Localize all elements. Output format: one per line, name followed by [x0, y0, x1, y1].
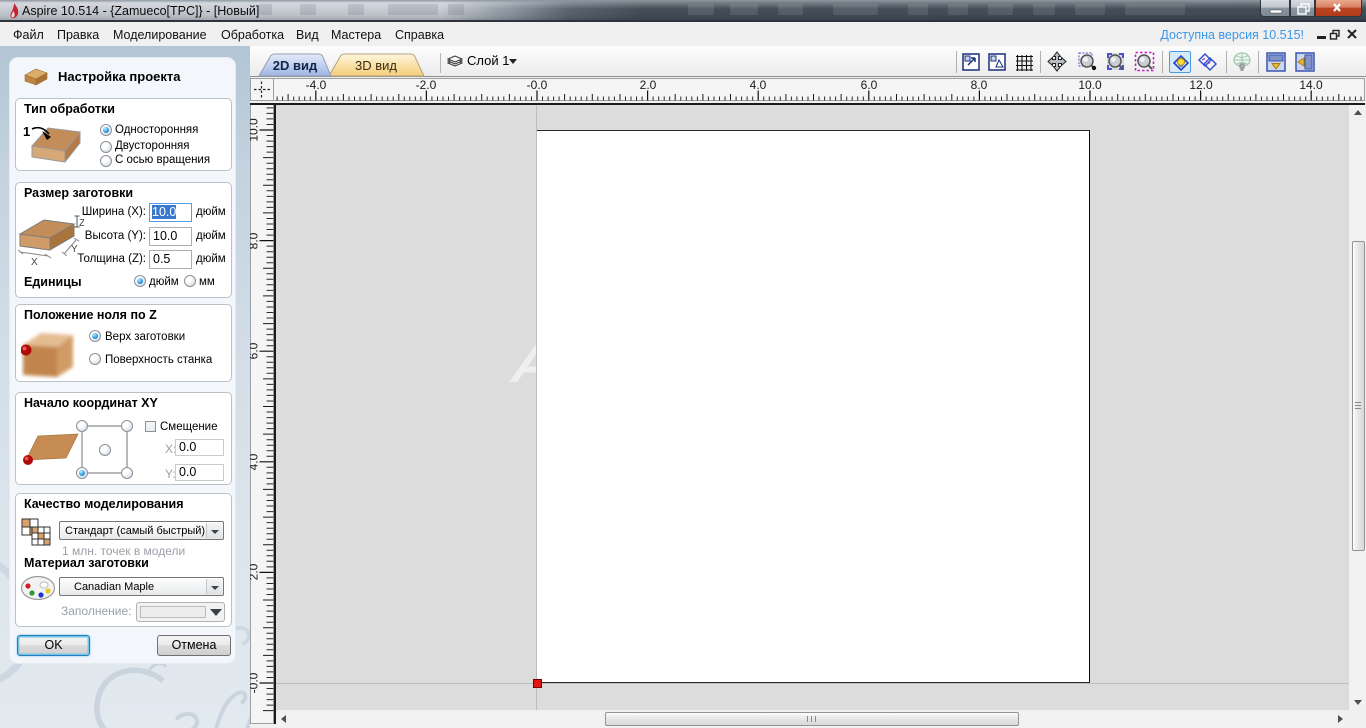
svg-text:8.0: 8.0 [250, 232, 261, 249]
svg-text:4.0: 4.0 [250, 453, 261, 470]
svg-text:2.0: 2.0 [640, 78, 657, 92]
svg-text:-4.0: -4.0 [306, 78, 327, 92]
svg-text:2D вид: 2D вид [273, 58, 318, 73]
svg-text:2.0: 2.0 [250, 563, 261, 580]
svg-text:3D вид: 3D вид [355, 58, 397, 73]
svg-text:-0.0: -0.0 [250, 672, 261, 693]
svg-text:-0.0: -0.0 [527, 78, 548, 92]
svg-text:6.0: 6.0 [250, 342, 261, 359]
svg-text:6.0: 6.0 [861, 78, 878, 92]
svg-text:-2.0: -2.0 [416, 78, 437, 92]
svg-text:10.0: 10.0 [250, 118, 261, 142]
svg-text:4.0: 4.0 [750, 78, 767, 92]
svg-text:12.0: 12.0 [1189, 78, 1213, 92]
svg-text:1: 1 [23, 124, 30, 139]
svg-text:10.0: 10.0 [1078, 78, 1102, 92]
svg-text:Z: Z [79, 218, 84, 229]
svg-text:X: X [31, 257, 38, 268]
svg-text:14.0: 14.0 [1299, 78, 1323, 92]
svg-text:8.0: 8.0 [971, 78, 988, 92]
